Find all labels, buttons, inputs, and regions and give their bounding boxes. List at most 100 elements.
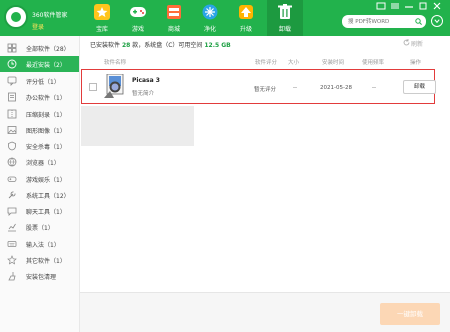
nav-purify[interactable]: 净化 [192, 0, 228, 36]
summary-prefix: 已安装软件 [90, 42, 121, 49]
app-rating: 暂无评分 [254, 87, 277, 93]
sidebar-item-all[interactable]: 全部软件（28） [0, 40, 79, 56]
row-checkbox[interactable] [89, 83, 97, 91]
table-row[interactable]: Picasa 3 暂无简介 暂无评分 -- 2021-05-28 -- 卸载 [81, 69, 436, 104]
nav-uninstall[interactable]: 卸载 [267, 0, 303, 36]
sidebar-item-label: 系统工具（12） [26, 193, 70, 200]
nav-label: 卸载 [278, 26, 291, 33]
compress-icon [7, 109, 17, 119]
sidebar-item-input-method[interactable]: 输入法（1） [0, 236, 79, 252]
star-outline-icon [7, 255, 17, 265]
trash-icon [278, 4, 292, 19]
store-icon [167, 5, 181, 19]
sidebar-item-label: 其它软件（1） [26, 258, 66, 265]
sidebar-item-security[interactable]: 安全杀毒（1） [0, 138, 79, 154]
close-icon[interactable] [432, 2, 442, 10]
grid-icon [7, 43, 17, 53]
image-icon [7, 126, 17, 134]
sidebar-item-package-cleanup[interactable]: 安装包清理 [0, 268, 79, 284]
shield-icon [8, 141, 16, 151]
sidebar-item-label: 浏览器（1） [26, 160, 60, 167]
sidebar-item-label: 评分低（1） [26, 79, 60, 86]
sidebar-item-office[interactable]: 办公软件（1） [0, 89, 79, 105]
sidebar-item-label: 压缩刻录（1） [26, 112, 66, 119]
clean-icon [8, 272, 16, 281]
nav-label: 游戏 [131, 26, 144, 33]
nav-label: 升级 [239, 26, 252, 33]
download-manager-button[interactable] [431, 15, 443, 27]
sidebar-item-label: 全部软件（28） [26, 46, 70, 53]
maximize-icon[interactable] [418, 2, 428, 10]
logo-icon [4, 5, 28, 29]
refresh-label: 刷新 [411, 41, 424, 48]
chevron-down-icon [433, 18, 440, 23]
keyboard-icon [7, 241, 17, 247]
sidebar-item-games[interactable]: 游戏娱乐（1） [0, 171, 79, 187]
nav-label: 宝库 [95, 26, 108, 33]
office-icon [8, 92, 16, 102]
sidebar-item-label: 安装包清理 [26, 274, 57, 281]
search-box[interactable] [342, 15, 426, 28]
sidebar-item-label: 安全杀毒（1） [26, 144, 66, 151]
sidebar-item-system-tools[interactable]: 系统工具（12） [0, 187, 79, 203]
top-bar: 360软件管家 登录 宝库 游戏 商城 净化 升级 卸载 [0, 0, 450, 36]
installed-count: 28 [121, 42, 131, 49]
sidebar-item-recent[interactable]: 最近安装（2） [0, 56, 79, 72]
browser-icon [7, 157, 17, 167]
sidebar-item-browser[interactable]: 浏览器（1） [0, 154, 79, 170]
sidebar-item-label: 图形图像（1） [26, 128, 66, 135]
nav-label: 商城 [167, 26, 180, 33]
sidebar-item-label: 最近安装（2） [26, 62, 66, 69]
nav-label: 净化 [203, 26, 216, 33]
free-space: 12.5 GB [204, 42, 231, 49]
upgrade-icon [239, 5, 253, 19]
game-icon [7, 176, 17, 182]
brand: 360软件管家 登录 [4, 5, 94, 31]
gamepad-icon [130, 7, 146, 17]
app-description: 暂无简介 [132, 91, 155, 97]
stock-icon [8, 223, 16, 232]
sidebar-item-label: 办公软件（1） [26, 95, 66, 102]
skin-icon[interactable] [376, 2, 386, 10]
refresh-button[interactable]: 刷新 [403, 39, 424, 48]
uninstall-button[interactable]: 卸载 [403, 80, 436, 94]
app-name: Picasa 3 [132, 77, 160, 84]
app-title: 360软件管家 [32, 12, 68, 19]
col-header-rating[interactable]: 软件评分 [255, 58, 277, 66]
sidebar-item-label: 输入法（1） [26, 242, 60, 249]
placeholder-panel [81, 106, 194, 146]
sidebar-item-compress[interactable]: 压缩刻录（1） [0, 106, 79, 122]
tools-icon [8, 191, 16, 199]
summary-mid: 款，系统盘（C）可用空间 [132, 42, 203, 49]
sidebar-item-chat[interactable]: 聊天工具（1） [0, 203, 79, 219]
col-header-install-date[interactable]: 安装时间 [322, 58, 344, 66]
nav-games[interactable]: 游戏 [120, 0, 156, 36]
sidebar-item-label: 聊天工具（1） [26, 209, 66, 216]
sidebar-item-stocks[interactable]: 股票（1） [0, 219, 79, 235]
col-header-size[interactable]: 大小 [288, 58, 299, 66]
picasa-app-icon [104, 74, 124, 98]
col-header-action: 操作 [410, 60, 422, 66]
sidebar-item-other[interactable]: 其它软件（1） [0, 252, 79, 268]
app-install-date: 2021-05-28 [320, 85, 352, 91]
login-link[interactable]: 登录 [32, 22, 44, 31]
minimize-icon[interactable] [404, 2, 414, 10]
col-header-name[interactable]: 软件名称 [104, 58, 126, 66]
sidebar-item-graphics[interactable]: 图形图像（1） [0, 122, 79, 138]
thumb-down-icon [7, 76, 17, 86]
nav-store[interactable]: 商城 [156, 0, 192, 36]
col-header-frequency[interactable]: 使用频率 [362, 58, 384, 66]
sidebar-item-low-rating[interactable]: 评分低（1） [0, 73, 79, 89]
menu-icon[interactable] [390, 2, 400, 10]
search-icon[interactable] [415, 18, 422, 25]
search-input[interactable] [348, 16, 414, 27]
bulk-uninstall-button[interactable]: 一键卸载 [380, 303, 440, 325]
nav-treasure[interactable]: 宝库 [84, 0, 120, 36]
clock-icon [7, 59, 17, 69]
footer-bar: 一键卸载 [80, 292, 450, 332]
sidebar-item-label: 股票（1） [26, 225, 54, 232]
software-list-panel: 已安装软件 28 款，系统盘（C）可用空间 12.5 GB 刷新 软件名称 软件… [80, 36, 450, 332]
nav-upgrade[interactable]: 升级 [228, 0, 264, 36]
app-size: -- [293, 85, 297, 91]
star-icon [94, 4, 110, 20]
